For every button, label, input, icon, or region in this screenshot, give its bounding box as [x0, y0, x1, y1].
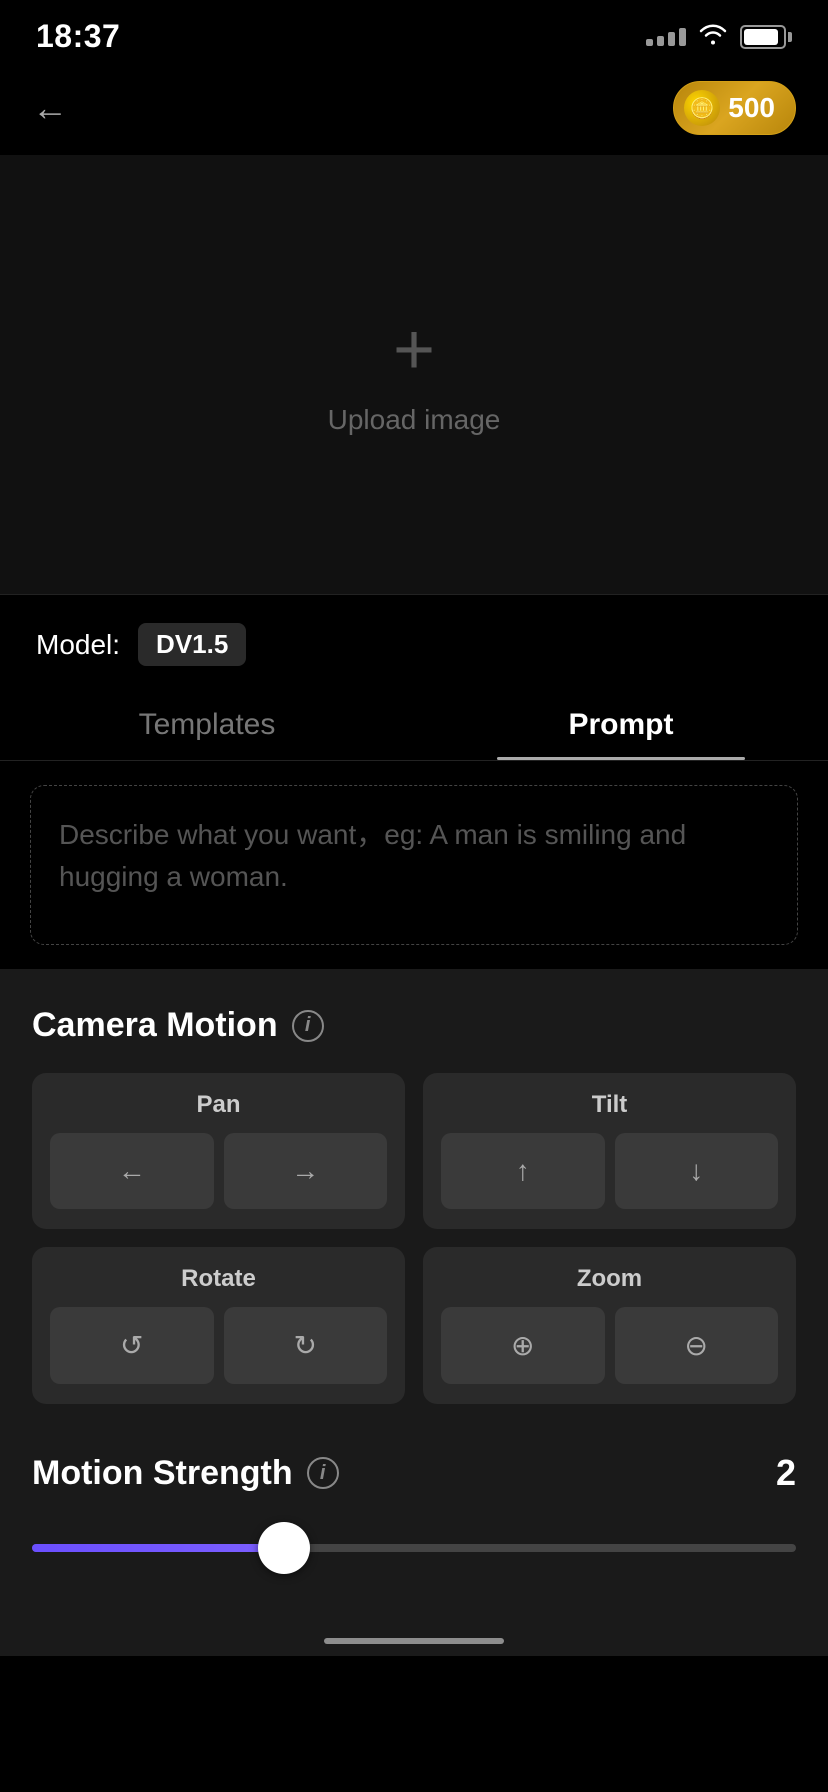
camera-motion-header: Camera Motion i: [32, 1006, 796, 1045]
status-icons: [646, 22, 792, 51]
zoom-in-icon: ⊕: [511, 1329, 534, 1362]
upload-plus-icon: +: [393, 314, 435, 386]
status-time: 18:37: [36, 18, 120, 55]
coin-badge: 🪙 500: [673, 81, 796, 135]
tilt-down-button[interactable]: ↓: [615, 1133, 779, 1209]
coin-count: 500: [728, 92, 775, 124]
tilt-control: Tilt ↑ ↓: [423, 1073, 796, 1229]
slider-thumb[interactable]: [258, 1522, 310, 1574]
camera-motion-info-icon: i: [292, 1010, 324, 1042]
motion-strength-left: Motion Strength i: [32, 1454, 339, 1493]
camera-controls-grid: Pan ← → Tilt ↑ ↓: [32, 1073, 796, 1404]
rotate-control: Rotate ↺ ↻: [32, 1247, 405, 1404]
model-badge[interactable]: DV1.5: [138, 623, 246, 666]
rotate-left-button[interactable]: ↺: [50, 1307, 214, 1384]
zoom-buttons: ⊕ ⊖: [441, 1307, 778, 1384]
battery-icon: [740, 25, 792, 49]
rotate-left-icon: ↺: [120, 1329, 143, 1362]
pan-right-icon: →: [291, 1155, 319, 1187]
rotate-right-button[interactable]: ↻: [224, 1307, 388, 1384]
zoom-in-button[interactable]: ⊕: [441, 1307, 605, 1384]
model-label: Model:: [36, 629, 120, 661]
camera-motion-section: Camera Motion i Pan ← → Tilt ↑: [0, 970, 828, 1432]
pan-left-button[interactable]: ←: [50, 1133, 214, 1209]
camera-motion-title: Camera Motion: [32, 1006, 278, 1045]
back-button[interactable]: ←: [32, 90, 68, 126]
motion-strength-info-icon: i: [307, 1457, 339, 1489]
zoom-out-button[interactable]: ⊖: [615, 1307, 779, 1384]
upload-area[interactable]: + Upload image: [0, 155, 828, 595]
tilt-label: Tilt: [441, 1091, 778, 1119]
prompt-placeholder: Describe what you want，eg: A man is smil…: [59, 819, 686, 892]
prompt-box[interactable]: Describe what you want，eg: A man is smil…: [30, 785, 798, 945]
zoom-label: Zoom: [441, 1265, 778, 1293]
tilt-down-icon: ↓: [689, 1155, 703, 1187]
rotate-right-icon: ↻: [294, 1329, 317, 1362]
coin-icon: 🪙: [684, 90, 720, 126]
rotate-buttons: ↺ ↻: [50, 1307, 387, 1384]
motion-strength-header: Motion Strength i 2: [32, 1452, 796, 1494]
signal-icon: [646, 28, 686, 46]
motion-strength-section: Motion Strength i 2: [0, 1432, 828, 1618]
tilt-up-icon: ↑: [516, 1155, 530, 1187]
pan-left-icon: ←: [118, 1155, 146, 1187]
slider-track: [32, 1544, 796, 1552]
model-row: Model: DV1.5: [0, 595, 828, 686]
prompt-section: Describe what you want，eg: A man is smil…: [0, 761, 828, 970]
tab-prompt[interactable]: Prompt: [414, 686, 828, 760]
pan-label: Pan: [50, 1091, 387, 1119]
wifi-icon: [698, 22, 728, 51]
tab-templates[interactable]: Templates: [0, 686, 414, 760]
pan-control: Pan ← →: [32, 1073, 405, 1229]
tabs: Templates Prompt: [0, 686, 828, 761]
tilt-buttons: ↑ ↓: [441, 1133, 778, 1209]
motion-strength-title: Motion Strength: [32, 1454, 293, 1493]
zoom-out-icon: ⊖: [685, 1329, 708, 1362]
pan-buttons: ← →: [50, 1133, 387, 1209]
home-bar: [324, 1638, 504, 1644]
tilt-up-button[interactable]: ↑: [441, 1133, 605, 1209]
pan-right-button[interactable]: →: [224, 1133, 388, 1209]
motion-strength-slider[interactable]: [32, 1518, 796, 1578]
zoom-control: Zoom ⊕ ⊖: [423, 1247, 796, 1404]
header: ← 🪙 500: [0, 65, 828, 155]
rotate-label: Rotate: [50, 1265, 387, 1293]
status-bar: 18:37: [0, 0, 828, 65]
upload-label: Upload image: [328, 404, 501, 436]
slider-fill: [32, 1544, 284, 1552]
motion-strength-value: 2: [776, 1452, 796, 1494]
home-indicator: [0, 1618, 828, 1656]
